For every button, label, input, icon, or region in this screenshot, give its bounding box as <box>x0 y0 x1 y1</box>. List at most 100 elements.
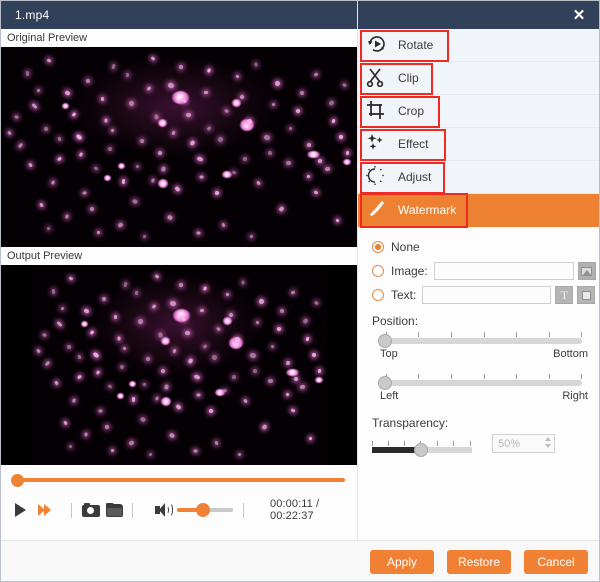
video-particle <box>243 399 248 404</box>
video-particle <box>18 143 24 149</box>
horizontal-position-thumb[interactable] <box>378 376 392 390</box>
transparency-stepper[interactable]: 50% <box>492 434 555 453</box>
timeline-track[interactable] <box>15 478 345 482</box>
video-particle <box>286 161 291 165</box>
video-editor-dialog: 1.mp4 ✕ Original Preview Output Preview <box>0 0 600 582</box>
play-icon[interactable] <box>15 503 26 517</box>
sidebar-item-watermark[interactable]: Watermark <box>358 194 600 227</box>
transparency-thumb[interactable] <box>414 443 428 457</box>
video-particle <box>169 433 175 439</box>
video-particle <box>239 94 245 100</box>
video-particle <box>328 100 334 106</box>
sidebar-item-clip[interactable]: Clip <box>358 62 600 95</box>
video-particle <box>96 370 100 375</box>
volume-icon[interactable] <box>155 503 170 517</box>
transparency-label: Transparency: <box>372 416 600 430</box>
transparency-fill <box>372 447 420 453</box>
chevron-down-icon[interactable] <box>545 444 551 448</box>
watermark-image-input[interactable] <box>434 262 574 280</box>
text-font-icon[interactable]: T <box>555 286 573 304</box>
video-particle <box>296 108 302 114</box>
video-particle <box>29 163 34 168</box>
video-particle <box>107 384 112 389</box>
video-particle <box>168 82 175 89</box>
horizontal-position-slider[interactable] <box>386 380 582 386</box>
video-glow <box>222 171 232 178</box>
volume-thumb[interactable] <box>196 503 210 517</box>
video-particle <box>152 304 157 309</box>
original-preview-label: Original Preview <box>1 29 357 47</box>
video-particle <box>258 298 265 305</box>
chevron-up-icon[interactable] <box>545 437 551 441</box>
video-particle <box>193 449 197 453</box>
timeline[interactable] <box>1 465 357 493</box>
video-particle <box>101 97 104 101</box>
sidebar-item-rotate[interactable]: Rotate <box>358 29 600 62</box>
radio-image[interactable] <box>372 265 384 277</box>
folder-icon[interactable] <box>106 503 121 517</box>
dialog-footer: Apply Restore Cancel <box>1 540 600 582</box>
video-particle <box>154 114 159 120</box>
sidebar-item-effect[interactable]: Effect <box>358 128 600 161</box>
radio-none[interactable] <box>372 241 384 253</box>
timeline-thumb[interactable] <box>11 474 24 487</box>
video-particle <box>324 166 330 171</box>
apply-button[interactable]: Apply <box>370 550 434 574</box>
video-glow <box>81 321 88 327</box>
watermark-option-none[interactable]: None <box>372 236 600 258</box>
watermark-option-image[interactable]: Image: <box>372 260 600 282</box>
video-particle <box>214 190 219 195</box>
video-particle <box>167 215 173 221</box>
title-bar: 1.mp4 ✕ <box>1 1 600 29</box>
radio-text[interactable] <box>372 289 384 301</box>
video-particle <box>114 315 117 319</box>
video-particle <box>122 179 125 184</box>
video-glow <box>117 393 124 399</box>
video-particle <box>294 376 299 381</box>
original-video-frame <box>1 47 357 247</box>
output-preview-video[interactable] <box>1 265 357 465</box>
stepper-arrows[interactable] <box>545 437 551 448</box>
video-particle <box>221 223 225 228</box>
video-particle <box>64 90 70 96</box>
fast-forward-icon[interactable] <box>38 504 51 516</box>
video-glow <box>161 397 171 406</box>
video-particle <box>139 138 144 143</box>
color-swatch-icon[interactable] <box>577 286 595 304</box>
video-particle <box>187 358 193 364</box>
vertical-position-slider[interactable] <box>386 338 582 344</box>
transparency-slider[interactable] <box>372 447 472 453</box>
sidebar-item-crop[interactable]: Crop <box>358 95 600 128</box>
video-particle <box>123 282 127 288</box>
cancel-button[interactable]: Cancel <box>524 550 588 574</box>
video-particle <box>90 330 95 335</box>
volume-slider[interactable] <box>177 508 233 512</box>
radio-none-label: None <box>391 240 420 254</box>
watermark-text-input[interactable] <box>422 286 551 304</box>
horizontal-slider-labels: Left Right <box>380 390 588 402</box>
watermark-option-text[interactable]: Text: T <box>372 284 600 306</box>
video-particle <box>224 109 229 114</box>
video-particle <box>43 127 48 132</box>
video-particle <box>185 331 190 336</box>
divider <box>71 503 72 518</box>
video-particle <box>69 276 74 281</box>
video-particle <box>179 283 183 287</box>
sidebar-item-adjust[interactable]: Adjust <box>358 161 600 194</box>
original-preview-video[interactable] <box>1 47 357 247</box>
video-particle <box>331 119 335 124</box>
video-particle <box>254 62 258 66</box>
video-particle <box>253 369 258 374</box>
vertical-position-slider-block: Top Bottom <box>372 332 600 360</box>
sparkles-icon <box>366 133 392 155</box>
picture-icon[interactable] <box>578 262 596 280</box>
video-particle <box>314 301 319 305</box>
close-icon[interactable]: ✕ <box>557 1 600 29</box>
video-particle <box>335 219 339 223</box>
restore-button[interactable]: Restore <box>447 550 511 574</box>
vertical-position-thumb[interactable] <box>378 334 392 348</box>
video-particle <box>256 321 260 325</box>
rotate-icon <box>366 34 392 56</box>
camera-icon[interactable] <box>82 503 98 517</box>
video-particle <box>228 312 234 318</box>
